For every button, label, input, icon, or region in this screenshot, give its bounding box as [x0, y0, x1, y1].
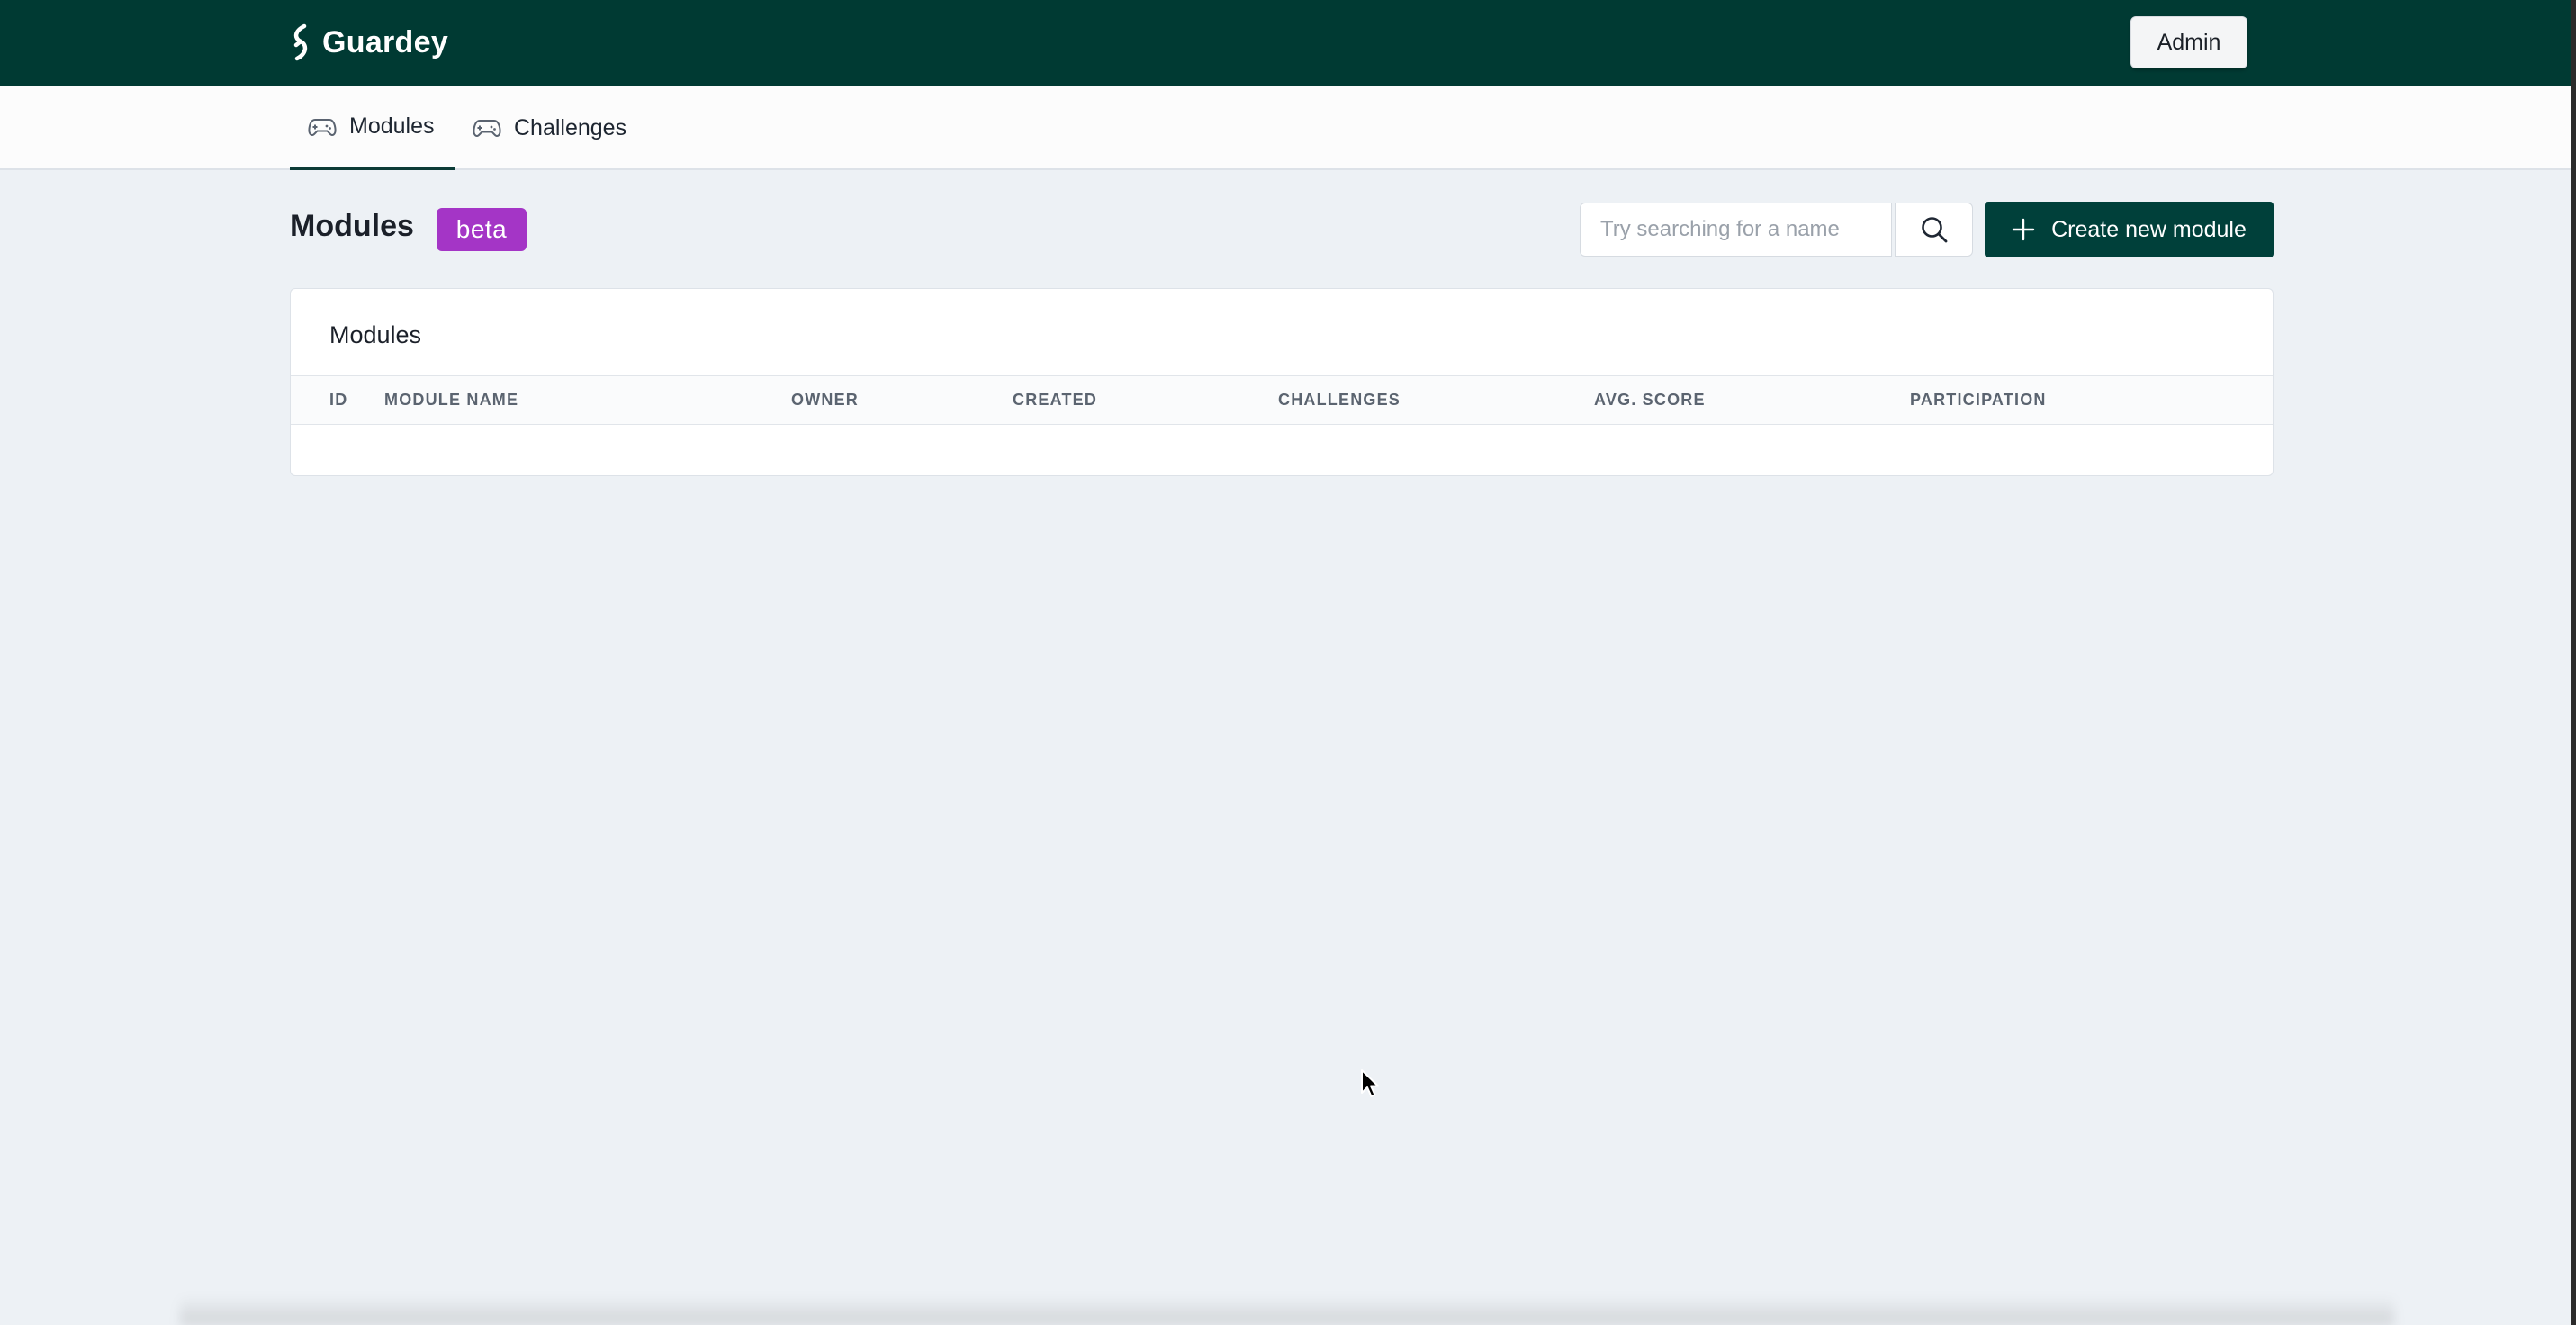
table-header: ID MODULE NAME OWNER CREATED CHALLENGES …: [291, 375, 2273, 425]
mouse-cursor-icon: [1361, 1069, 1379, 1097]
create-module-button[interactable]: Create new module: [1985, 202, 2274, 257]
column-header-avg-score[interactable]: AVG. SCORE: [1594, 376, 1706, 424]
gamepad-icon: [473, 120, 501, 138]
admin-button[interactable]: Admin: [2130, 16, 2247, 68]
tab-modules[interactable]: Modules: [290, 86, 455, 170]
modules-table-card: Modules ID MODULE NAME OWNER CREATED CHA…: [290, 288, 2274, 476]
page-title: Modules: [290, 209, 414, 243]
search-button[interactable]: [1895, 203, 1973, 257]
search-input[interactable]: [1580, 203, 1892, 257]
sub-navigation: Modules Challenges: [0, 86, 2571, 170]
guardey-logo-icon: [293, 23, 308, 61]
column-header-challenges[interactable]: CHALLENGES: [1278, 376, 1401, 424]
tab-modules-label: Modules: [349, 113, 435, 139]
bottom-shadow: [180, 1296, 2394, 1325]
column-header-id[interactable]: ID: [329, 376, 347, 424]
column-header-module-name[interactable]: MODULE NAME: [384, 376, 518, 424]
app-name: Guardey: [322, 24, 449, 59]
plus-icon: [2012, 218, 2035, 241]
search-icon: [1921, 217, 1947, 243]
column-header-participation[interactable]: PARTICIPATION: [1910, 376, 2047, 424]
window-edge: [2571, 0, 2576, 1325]
tab-challenges[interactable]: Challenges: [473, 86, 626, 170]
app-logo[interactable]: Guardey: [288, 20, 448, 65]
beta-badge: beta: [437, 208, 527, 251]
tab-challenges-label: Challenges: [514, 114, 627, 140]
top-bar: Guardey Admin: [0, 0, 2576, 86]
column-header-owner[interactable]: OWNER: [791, 376, 859, 424]
table-title: Modules: [329, 321, 422, 348]
gamepad-icon: [308, 118, 337, 136]
column-header-created[interactable]: CREATED: [1013, 376, 1097, 424]
create-module-label: Create new module: [2051, 216, 2247, 242]
